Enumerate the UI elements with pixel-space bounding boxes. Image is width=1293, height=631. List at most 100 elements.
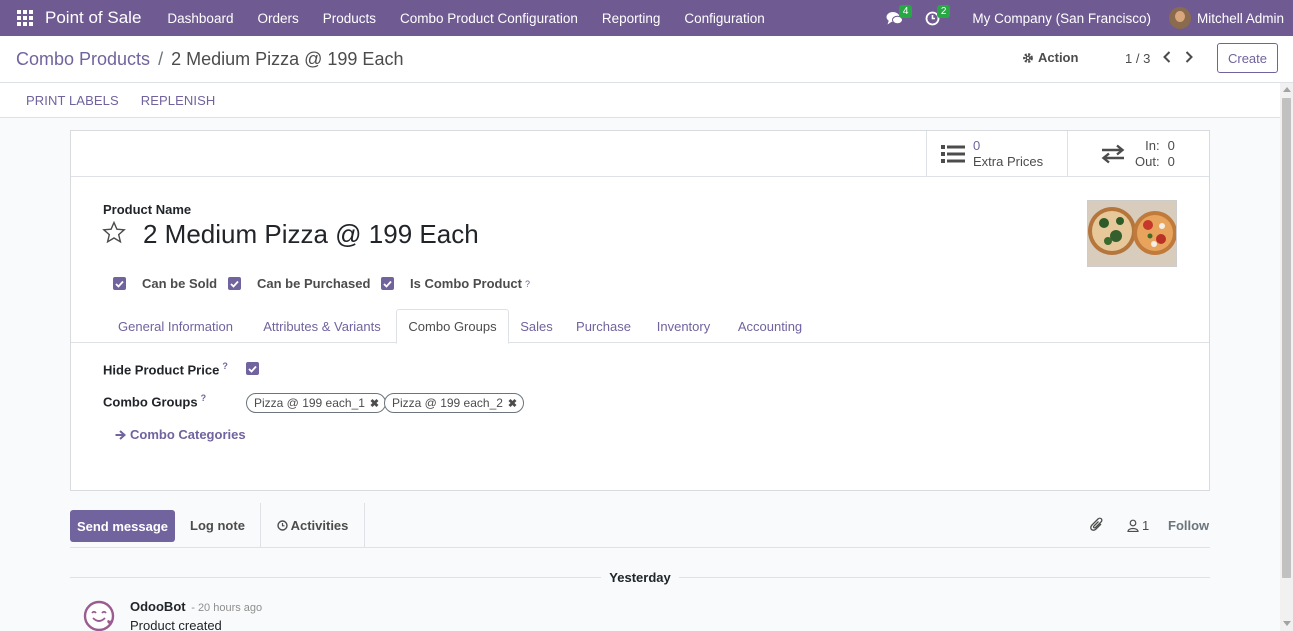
- is-combo-product-checkbox[interactable]: [381, 277, 394, 290]
- send-message-button[interactable]: Send message: [70, 510, 175, 542]
- exchange-icon: [1101, 144, 1125, 163]
- follow-button[interactable]: Follow: [1168, 518, 1209, 533]
- combo-group-tag-label: Pizza @ 199 each_1: [254, 396, 365, 410]
- log-note-button[interactable]: Log note: [175, 503, 261, 548]
- menu-dashboard[interactable]: Dashboard: [155, 11, 245, 26]
- user-avatar: [1168, 7, 1191, 29]
- hide-product-price-checkbox[interactable]: [246, 362, 259, 375]
- breadcrumb-current: 2 Medium Pizza @ 199 Each: [171, 48, 404, 69]
- breadcrumb-separator: /: [158, 48, 164, 69]
- activities-button[interactable]: 2: [918, 0, 951, 36]
- check-icon: [230, 280, 239, 288]
- user-icon: [1127, 519, 1139, 532]
- breadcrumb-parent[interactable]: Combo Products: [16, 49, 150, 70]
- is-combo-product-help[interactable]: ?: [525, 279, 530, 289]
- tab-accounting[interactable]: Accounting: [724, 309, 816, 343]
- combo-categories-label: Combo Categories: [130, 427, 246, 442]
- messages-badge: 4: [898, 5, 913, 18]
- scroll-down-arrow[interactable]: [1283, 621, 1291, 626]
- checkbox-is-combo-product[interactable]: Is Combo Product ?: [381, 276, 530, 291]
- action-menu-button[interactable]: Action: [1022, 50, 1078, 65]
- pager-value[interactable]: 1 / 3: [1125, 51, 1150, 66]
- tab-inventory[interactable]: Inventory: [643, 309, 724, 343]
- check-icon: [248, 365, 257, 373]
- check-icon: [383, 280, 392, 288]
- gear-icon: [1023, 52, 1033, 63]
- extra-prices-smart-button[interactable]: 0 Extra Prices: [926, 131, 1067, 176]
- app-brand[interactable]: Point of Sale: [45, 8, 141, 28]
- combo-group-tag: Pizza @ 199 each_1 ✖: [246, 393, 387, 413]
- activities-label: Activities: [290, 518, 349, 533]
- product-image[interactable]: [1087, 200, 1177, 267]
- chevron-left-icon: [1163, 51, 1171, 63]
- hide-product-price-help[interactable]: ?: [222, 361, 228, 371]
- can-be-sold-checkbox[interactable]: [113, 277, 126, 290]
- menu-combo-product-configuration[interactable]: Combo Product Configuration: [388, 11, 590, 26]
- messages-button[interactable]: 4: [880, 0, 913, 36]
- main-menu: Dashboard Orders Products Combo Product …: [155, 11, 776, 26]
- hide-product-price-label-row: Hide Product Price?: [103, 361, 228, 377]
- pager-next[interactable]: [1182, 48, 1196, 66]
- form-sheet: 0 Extra Prices In: 0 Out: 0 Product Name…: [70, 130, 1210, 491]
- pager-previous[interactable]: [1160, 48, 1174, 66]
- menu-products[interactable]: Products: [311, 11, 388, 26]
- day-separator: Yesterday: [70, 570, 1210, 585]
- favorite-star-icon[interactable]: [102, 220, 126, 247]
- chatter-topbar: Send message Log note Activities 1 Follo…: [70, 503, 1210, 548]
- combo-group-tag: Pizza @ 199 each_2 ✖: [384, 393, 525, 413]
- print-labels-button[interactable]: PRINT LABELS: [15, 93, 130, 108]
- combo-groups-help[interactable]: ?: [201, 393, 207, 403]
- list-icon: [941, 144, 965, 163]
- tab-attributes-variants[interactable]: Attributes & Variants: [248, 309, 396, 343]
- combo-groups-label-row: Combo Groups?: [103, 393, 206, 409]
- activities-badge: 2: [936, 5, 951, 18]
- form-statusbar: PRINT LABELS REPLENISH: [0, 83, 1280, 118]
- scroll-up-arrow[interactable]: [1283, 87, 1291, 92]
- menu-orders[interactable]: Orders: [245, 11, 310, 26]
- top-navbar: Point of Sale Dashboard Orders Products …: [0, 0, 1293, 36]
- remove-tag-icon[interactable]: ✖: [508, 397, 517, 410]
- is-combo-product-label: Is Combo Product: [410, 276, 522, 291]
- checkbox-can-be-sold[interactable]: Can be Sold: [113, 276, 217, 291]
- tab-sales[interactable]: Sales: [509, 309, 564, 343]
- user-menu[interactable]: Mitchell Admin: [1168, 7, 1284, 29]
- tab-purchase[interactable]: Purchase: [564, 309, 643, 343]
- combo-categories-link[interactable]: Combo Categories: [115, 427, 246, 442]
- can-be-purchased-checkbox[interactable]: [228, 277, 241, 290]
- company-switcher[interactable]: My Company (San Francisco): [972, 11, 1151, 26]
- product-name-field[interactable]: 2 Medium Pizza @ 199 Each: [143, 219, 479, 250]
- scroll-thumb[interactable]: [1282, 98, 1291, 578]
- remove-tag-icon[interactable]: ✖: [370, 397, 379, 410]
- apps-menu-icon[interactable]: [17, 10, 33, 26]
- chevron-right-icon: [1185, 51, 1193, 63]
- followers-button[interactable]: 1: [1127, 518, 1149, 533]
- in-value: 0: [1167, 137, 1175, 153]
- tab-general-information[interactable]: General Information: [103, 309, 248, 343]
- replenish-button[interactable]: REPLENISH: [130, 93, 227, 108]
- arrow-right-icon: [115, 429, 126, 440]
- create-button[interactable]: Create: [1217, 43, 1278, 73]
- day-separator-label: Yesterday: [601, 570, 679, 585]
- checkbox-can-be-purchased[interactable]: Can be Purchased: [228, 276, 370, 291]
- message-author-row: OdooBot - 20 hours ago: [130, 599, 262, 614]
- product-name-label: Product Name: [103, 202, 192, 217]
- extra-prices-label: Extra Prices: [973, 153, 1044, 169]
- navbar-systray: 4 2 My Company (San Francisco) Mitchell …: [880, 0, 1293, 36]
- followers-count: 1: [1142, 518, 1150, 533]
- combo-groups-label: Combo Groups: [103, 394, 198, 410]
- menu-reporting[interactable]: Reporting: [590, 11, 673, 26]
- tab-combo-groups[interactable]: Combo Groups: [396, 309, 509, 344]
- can-be-purchased-label: Can be Purchased: [257, 276, 371, 291]
- message-time: - 20 hours ago: [191, 602, 263, 614]
- form-notebook-tabs: General Information Attributes & Variant…: [71, 309, 1209, 344]
- menu-configuration[interactable]: Configuration: [672, 11, 776, 26]
- attachment-paperclip-icon[interactable]: [1090, 517, 1104, 536]
- activities-button[interactable]: Activities: [261, 503, 365, 548]
- message-author[interactable]: OdooBot: [130, 599, 186, 614]
- odoobot-avatar: [83, 599, 117, 631]
- out-value: 0: [1167, 153, 1175, 169]
- page-scrollbar[interactable]: [1280, 83, 1293, 631]
- in-out-smart-button[interactable]: In: 0 Out: 0: [1067, 131, 1209, 176]
- combo-group-tag-label: Pizza @ 199 each_2: [392, 396, 503, 410]
- user-name: Mitchell Admin: [1196, 10, 1284, 26]
